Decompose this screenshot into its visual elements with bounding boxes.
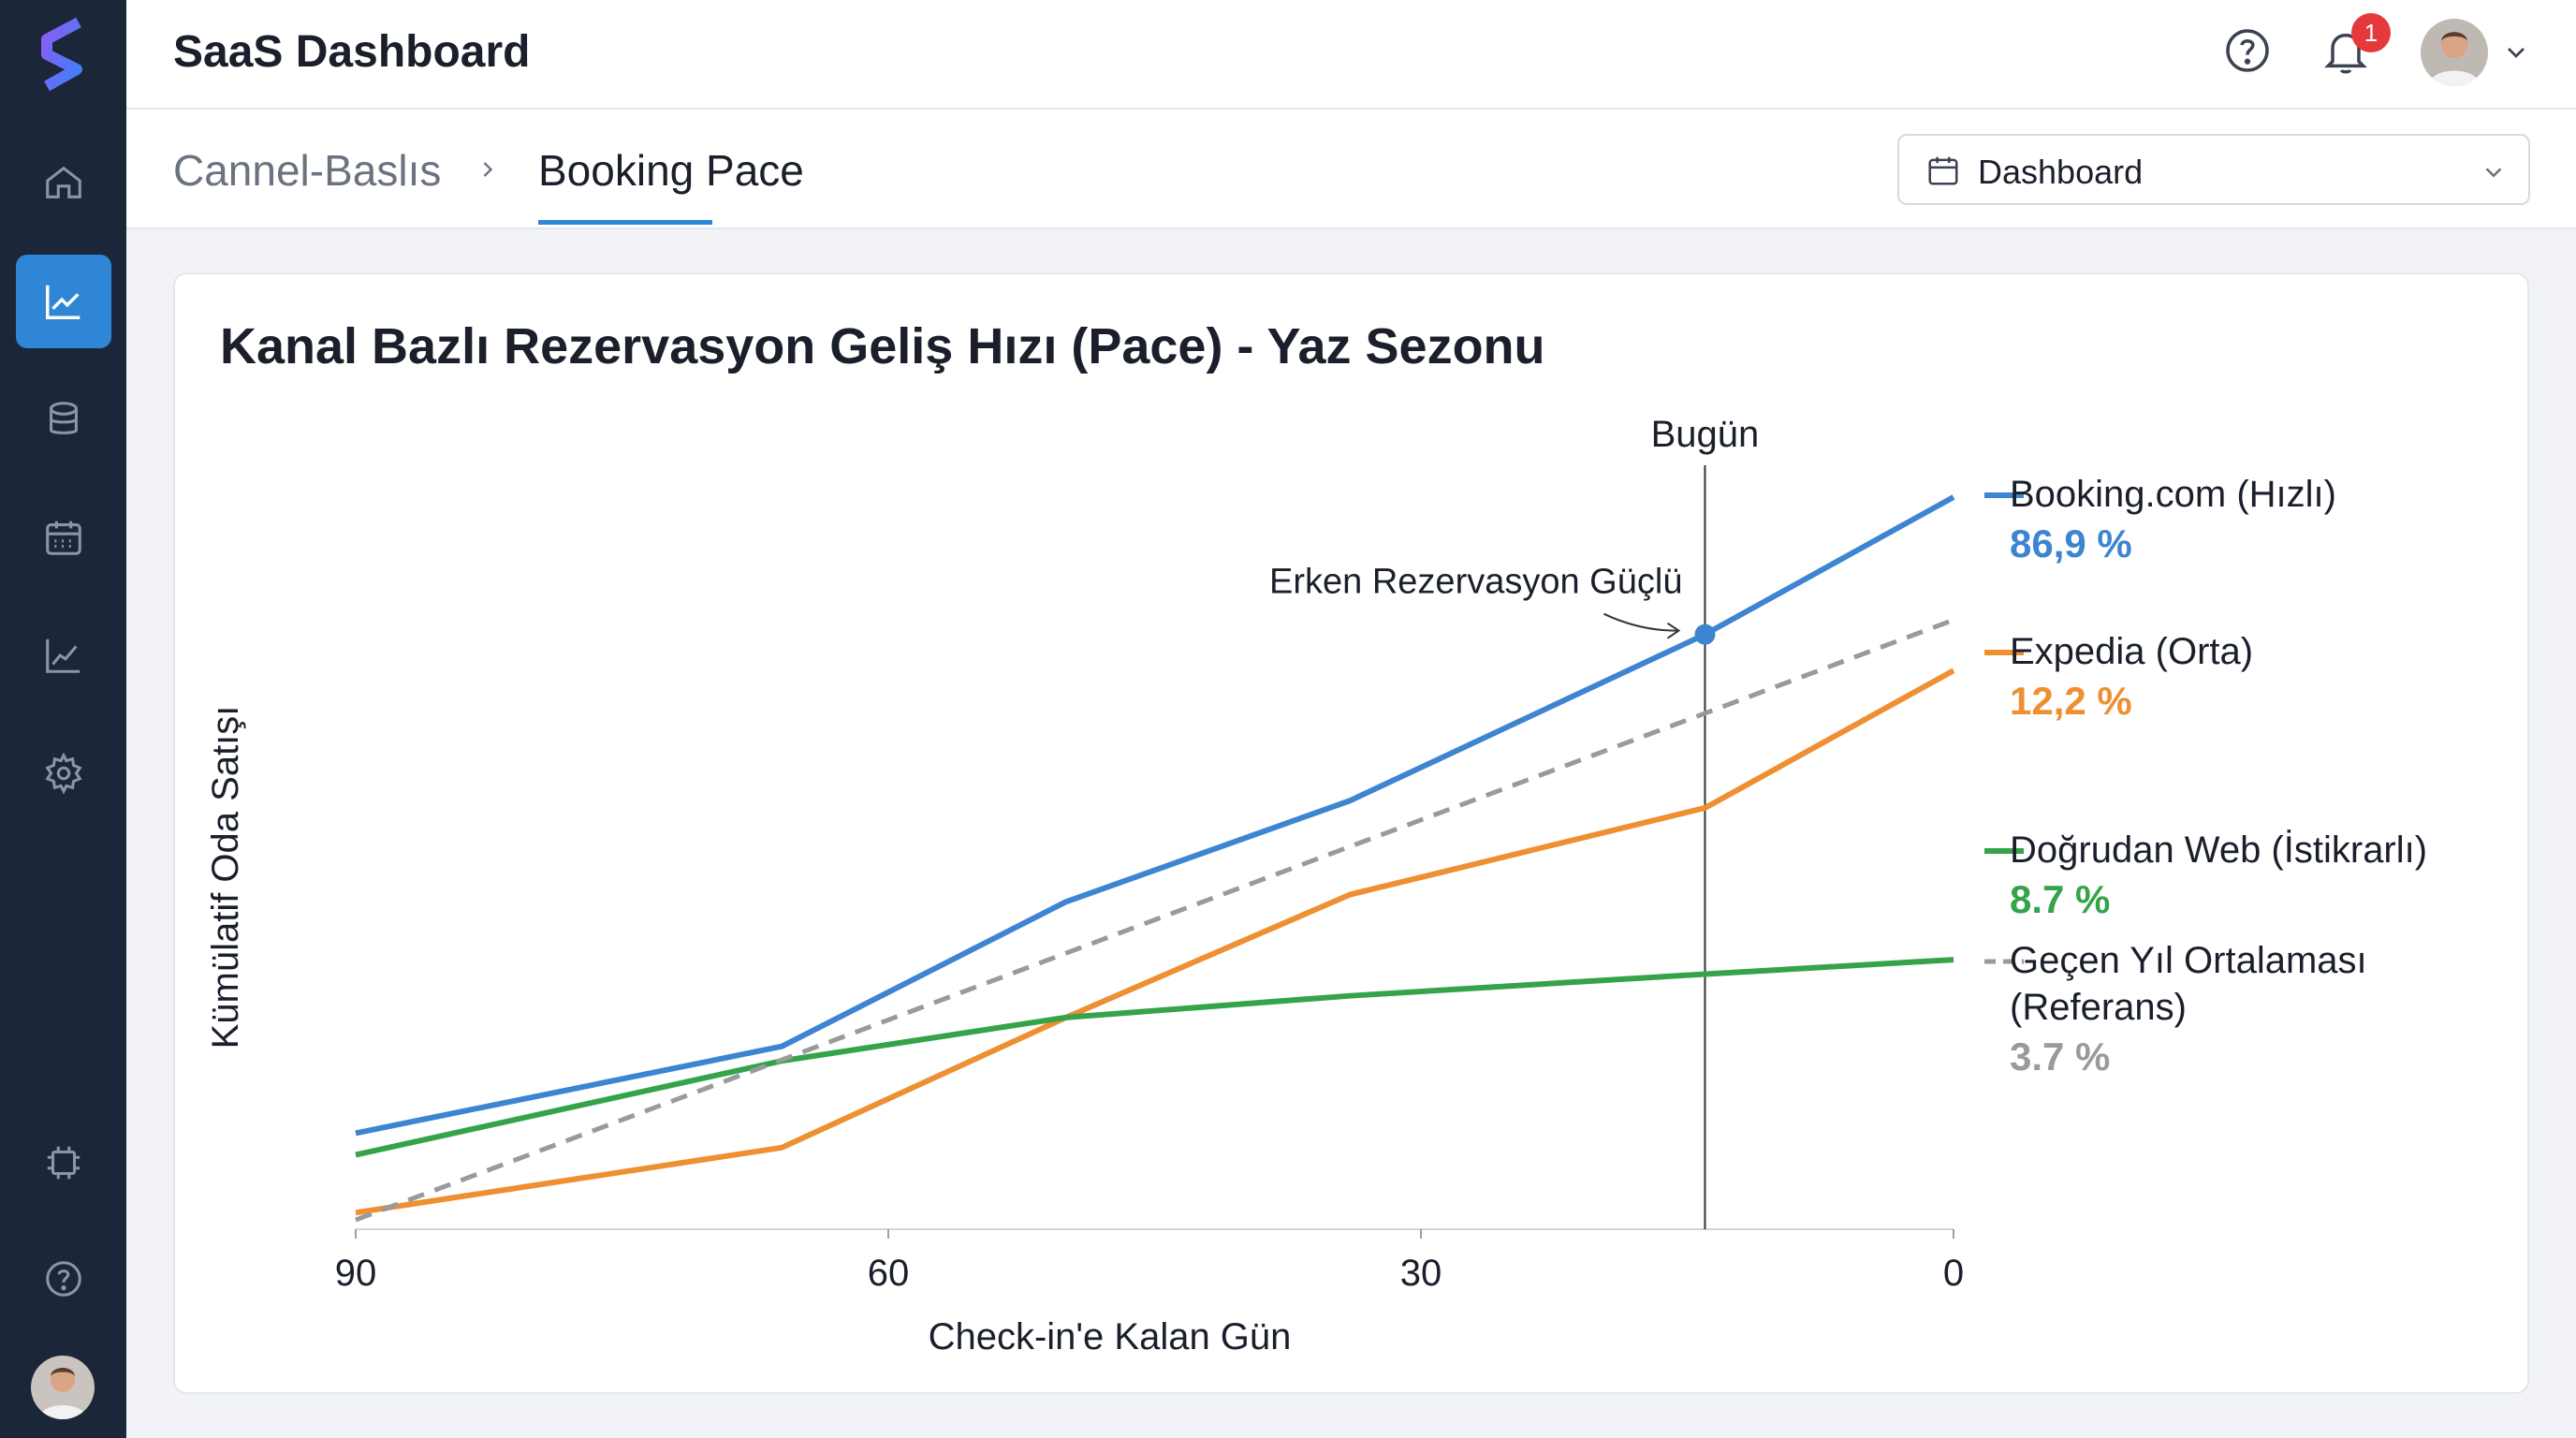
legend-label-line: (Referans) [2010, 987, 2187, 1028]
x-tick-label: 0 [1943, 1253, 1964, 1294]
x-tick-label: 60 [868, 1253, 910, 1294]
avatar-image [31, 1356, 95, 1419]
legend-value-3: 3.7 % [2010, 1034, 2110, 1078]
chart-card: Kanal Bazlı Rezervasyon Geliş Hızı (Pace… [173, 272, 2529, 1394]
legend-value-2: 8.7 % [2010, 877, 2110, 921]
series-line-3 [355, 617, 1954, 1223]
x-tick-label: 90 [335, 1253, 377, 1294]
help-icon [46, 1261, 81, 1297]
chevron-right-icon [483, 162, 493, 177]
dashboard-select[interactable]: Dashboard [1897, 134, 2530, 205]
series-line-2 [355, 957, 1954, 1158]
chevron-down-icon[interactable] [2501, 37, 2531, 67]
annotation-arrow [1603, 612, 1677, 632]
sidebar-item-settings[interactable] [16, 726, 111, 820]
sidebar-avatar[interactable] [31, 1356, 95, 1419]
y-axis-title: Kümülatif Oda Satışı [205, 706, 246, 1049]
sidebar-item-calendar[interactable] [16, 491, 111, 584]
legend-label-2: Doğrudan Web (İstikrarlı) [2010, 829, 2427, 871]
chip-icon [47, 1146, 80, 1180]
annotation-text: Erken Rezervasyon Güçlü [1269, 563, 1682, 602]
calendar-icon [46, 521, 81, 555]
sidebar-item-home[interactable] [16, 136, 111, 229]
breadcrumb-bar: Cannel-Baslıs Booking Pace Dashboard [126, 110, 2576, 229]
dashboard-select-value: Dashboard [1978, 153, 2144, 191]
chevron-down-icon [2485, 168, 2502, 178]
legend-label-line: Expedia (Orta) [2010, 631, 2253, 672]
breadcrumb-current[interactable]: Booking Pace [538, 145, 804, 196]
legend-value-1: 12,2 % [2010, 679, 2132, 723]
legend-label-line: Booking.com (Hızlı) [2010, 474, 2336, 515]
calendar-icon [1928, 156, 1958, 185]
legend-label-1: Expedia (Orta) [2010, 631, 2253, 672]
top-header: SaaS Dashboard [126, 0, 2576, 110]
home-icon [46, 166, 81, 198]
annotation-point [1694, 624, 1716, 645]
legend-label-line: Geçen Yıl Ortalaması [2010, 940, 2367, 981]
sidebar-item-reports[interactable] [16, 609, 111, 702]
series-line-0 [355, 494, 1955, 1137]
pace-line-chart: 90 60 30 0 Check-in'e Kalan Gün Kümülatif Oda… [205, 414, 2427, 1357]
database-icon [50, 402, 78, 434]
app-logo-icon[interactable] [30, 17, 95, 92]
legend-label-3: Geçen Yıl Ortalaması (Referans) [2010, 940, 2367, 1028]
user-avatar[interactable] [2421, 19, 2488, 86]
avatar-image [2421, 19, 2488, 86]
sidebar-item-help[interactable] [16, 1232, 111, 1326]
active-tab-indicator [538, 220, 712, 225]
x-axis-title: Check-in'e Kalan Gün [929, 1316, 1292, 1357]
legend-value-0: 86,9 % [2010, 521, 2132, 565]
app-title: SaaS Dashboard [173, 27, 531, 77]
x-tick-label: 30 [1400, 1253, 1442, 1294]
legend-label-line: Doğrudan Web (İstikrarlı) [2010, 829, 2427, 871]
gear-icon [45, 752, 82, 795]
sidebar-item-integrations[interactable] [16, 1116, 111, 1210]
sidebar-item-analytics[interactable] [16, 255, 111, 348]
notification-badge: 1 [2351, 13, 2391, 52]
help-icon[interactable] [2221, 24, 2274, 77]
sidebar-item-database[interactable] [16, 373, 111, 466]
sidebar [0, 0, 126, 1438]
breadcrumb-parent[interactable]: Cannel-Baslıs [173, 145, 441, 196]
today-label: Bugün [1651, 414, 1760, 455]
legend-label-0: Booking.com (Hızlı) [2010, 474, 2336, 515]
trend-icon [46, 638, 80, 673]
line-chart-icon [46, 285, 80, 319]
